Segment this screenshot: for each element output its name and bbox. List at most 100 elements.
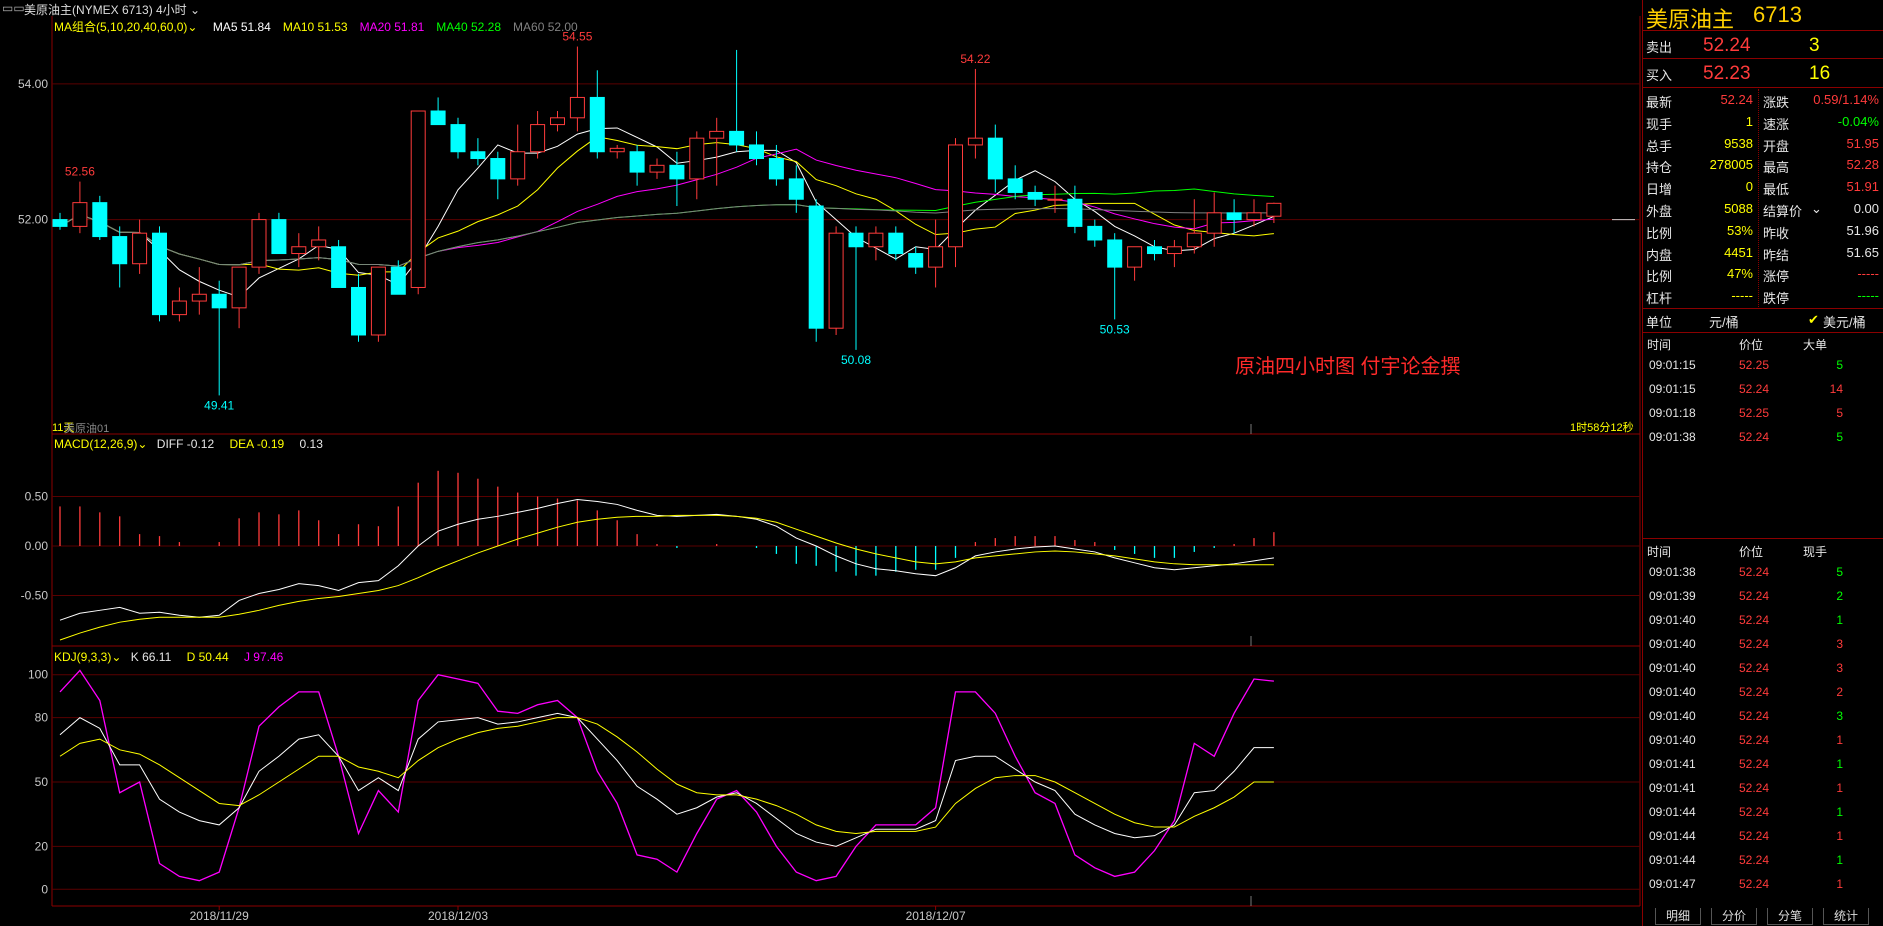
diff-line [59,498,1274,621]
tick-row[interactable]: 09:01:47 52.24 1 [1643,875,1883,896]
candle-body [410,110,426,288]
tick-row[interactable]: 09:01:44 52.24 1 [1643,827,1883,848]
y-tick-label: 54.00 [18,77,48,91]
candle-body [1266,202,1282,217]
kdj-title[interactable]: KDJ(9,3,3) [54,650,111,664]
quote-panel: 美原油主 6713 卖出 52.24 3 买入 52.23 16 最新 52.24… [1642,0,1883,926]
tick-row[interactable]: 09:01:41 52.24 1 [1643,755,1883,776]
row-volume: 1 [1836,757,1843,771]
macd-dea-label: DEA -0.19 [229,437,285,451]
tick-row[interactable]: 09:01:40 52.24 3 [1643,635,1883,656]
candle-body [171,300,187,316]
tick-row[interactable]: 09:01:44 52.24 1 [1643,851,1883,872]
big-order-row[interactable]: 09:01:15 52.24 14 [1643,380,1883,401]
ma20-line [59,148,1274,267]
tick-row[interactable]: 09:01:41 52.24 1 [1643,779,1883,800]
stat-value: 1 [1745,113,1753,129]
y-tick-label: 50 [35,775,49,789]
candle-body [768,158,784,180]
tick-row[interactable]: 09:01:40 52.24 1 [1643,611,1883,632]
tab-tick[interactable]: 分笔 [1767,908,1814,925]
row-price: 52.24 [1739,661,1770,675]
stat-label: 总手 [1646,138,1673,154]
candle-body [1186,232,1202,248]
candle-body [112,236,128,265]
row-time: 09:01:38 [1649,565,1696,579]
row-time: 09:01:18 [1649,406,1696,420]
d-line [59,717,1274,834]
candle-body [1166,246,1182,255]
candle-body [569,96,585,119]
row-price: 52.24 [1739,757,1770,771]
chevron-down-icon[interactable]: ⌄ [187,20,197,34]
unit-option-usd[interactable]: 美元/桶 [1823,312,1866,331]
row-volume: 1 [1836,613,1843,627]
column-header: 时间 [1647,338,1672,352]
window-icon[interactable]: ▭▭ [2,1,25,15]
tick-row[interactable]: 09:01:39 52.24 2 [1643,587,1883,608]
title-bar: ▭▭ 美原油主(NYMEX 6713) 4小时 ⌄ [0,0,1640,17]
candle-body [291,246,307,255]
candle-body [1226,212,1242,221]
big-order-row[interactable]: 09:01:15 52.25 5 [1643,356,1883,377]
stat-label: 开盘 [1763,138,1790,154]
stat-value: 52.28 [1846,157,1879,173]
candle-body [331,246,347,288]
tick-row[interactable]: 09:01:40 52.24 2 [1643,683,1883,704]
quote-header: 美原油主 6713 [1643,0,1883,32]
ma-legend-item: MA5 51.84 [212,20,271,34]
stat-value: ----- [1857,266,1879,282]
row-price: 52.24 [1739,829,1770,843]
row-time: 09:01:41 [1649,757,1696,771]
stat-value: 9538 [1724,135,1753,151]
candle-body [92,202,108,238]
stat-label: 速涨 [1763,116,1790,132]
bid-label: 买入 [1646,68,1673,83]
tab-price-split[interactable]: 分价 [1711,908,1758,925]
stat-label: 昨收 [1763,225,1790,241]
tick-row[interactable]: 09:01:38 52.24 5 [1643,563,1883,584]
tick-row[interactable]: 09:01:40 52.24 1 [1643,731,1883,752]
chart-area[interactable]: 54.0052.0052.5649.4154.5554.2250.0850.53… [0,16,1642,926]
candle-body [351,286,366,336]
big-order-row[interactable]: 09:01:18 52.25 5 [1643,404,1883,425]
row-time: 09:01:44 [1649,829,1696,843]
tick-row[interactable]: 09:01:44 52.24 1 [1643,803,1883,824]
stat-label: 现手 [1646,116,1673,132]
unit-option-yuan[interactable]: 元/桶 [1709,312,1739,331]
chevron-down-icon[interactable]: ⌄ [1811,201,1822,217]
stat-value: 51.95 [1846,135,1879,151]
tick-row[interactable]: 09:01:40 52.24 3 [1643,707,1883,728]
unit-label: 单位 [1646,315,1673,330]
bid-row[interactable]: 买入 52.23 16 [1643,61,1883,85]
ma-title[interactable]: MA组合(5,10,20,40,60,0) [54,20,187,34]
price-annotation: 50.53 [1100,322,1130,336]
chevron-down-icon[interactable]: ⌄ [111,650,121,664]
stat-row: 总手 9538 开盘 51.95 [1643,134,1883,155]
row-price: 52.24 [1739,613,1770,627]
row-price: 52.24 [1739,781,1770,795]
tick-row[interactable]: 09:01:40 52.24 3 [1643,659,1883,680]
stat-value: ----- [1857,288,1879,304]
candle-body [1147,246,1162,255]
big-order-row[interactable]: 09:01:38 52.24 5 [1643,428,1883,449]
y-tick-label: 80 [35,711,49,725]
price-annotation: 54.22 [960,52,990,66]
bid-price: 52.23 [1703,63,1751,84]
stat-row: 杠杆 ----- 跌停 ----- [1643,286,1883,307]
macd-title[interactable]: MACD(12,26,9) [54,437,137,451]
tab-detail[interactable]: 明细 [1655,908,1702,925]
candle-body [231,266,247,309]
candle-body [629,151,645,173]
bottom-left-contract: 美原油01 [64,423,110,435]
bid-volume: 16 [1809,63,1831,84]
tab-statistics[interactable]: 统计 [1823,908,1870,925]
tab-bar: 明细 分价 分笔 统计 [1643,906,1883,926]
chevron-down-icon[interactable]: ⌄ [137,437,147,451]
stat-value: 47% [1726,266,1753,282]
candle-body [589,96,605,153]
x-tick-label: 2018/12/03 [428,909,488,923]
stat-value: 5088 [1724,201,1753,216]
ask-row[interactable]: 卖出 52.24 3 [1643,33,1883,57]
stat-row: 日增 0 最低 51.91 [1643,177,1883,198]
